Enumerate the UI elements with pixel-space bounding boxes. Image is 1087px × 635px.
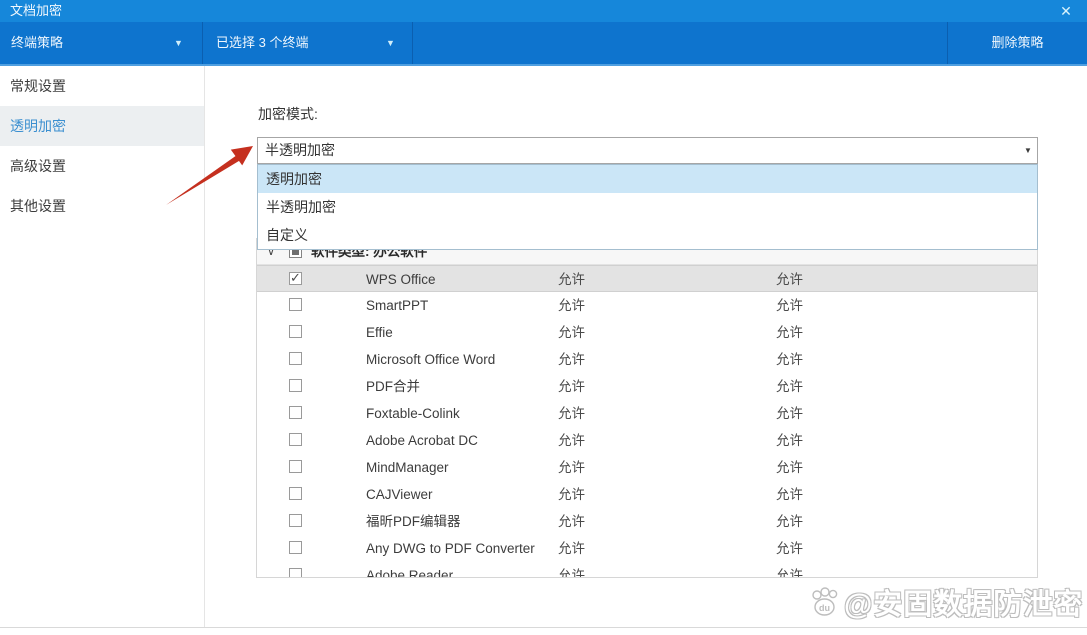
permission-cell[interactable]: 允许	[776, 454, 803, 481]
table-row[interactable]: CAJViewer 允许 允许	[257, 481, 1037, 508]
close-icon[interactable]: ✕	[1055, 0, 1077, 22]
permission-cell[interactable]: 允许	[776, 508, 803, 535]
software-name: 福昕PDF编辑器	[366, 508, 461, 535]
delete-policy-button[interactable]: 删除策略	[947, 22, 1087, 64]
software-name: WPS Office	[366, 266, 436, 293]
table-row[interactable]: 福昕PDF编辑器 允许 允许	[257, 508, 1037, 535]
permission-cell[interactable]: 允许	[558, 481, 585, 508]
permission-cell[interactable]: 允许	[558, 427, 585, 454]
table-row[interactable]: PDF合并 允许 允许	[257, 373, 1037, 400]
permission-cell[interactable]: 允许	[558, 266, 585, 293]
row-checkbox[interactable]	[289, 460, 302, 473]
encryption-mode-dropdown-list: 透明加密半透明加密自定义	[257, 164, 1038, 250]
table-row[interactable]: Adobe Reader 允许 允许	[257, 562, 1037, 578]
dropdown-option[interactable]: 自定义	[258, 221, 1037, 249]
software-name: MindManager	[366, 454, 449, 481]
table-row[interactable]: Effie 允许 允许	[257, 319, 1037, 346]
permission-cell[interactable]: 允许	[558, 373, 585, 400]
software-name: Effie	[366, 319, 393, 346]
check-icon: ✓	[290, 270, 301, 286]
sidebar-item[interactable]: 透明加密	[0, 106, 204, 146]
permission-cell[interactable]: 允许	[558, 400, 585, 427]
software-name: Any DWG to PDF Converter	[366, 535, 535, 562]
software-rows: ✓WPS Office允许允许SmartPPT允许允许Effie允许允许Micr…	[257, 265, 1037, 578]
row-checkbox[interactable]: ✓	[289, 272, 302, 285]
encryption-mode-combobox[interactable]: 半透明加密 ▼	[257, 137, 1038, 164]
software-name: SmartPPT	[366, 292, 428, 319]
table-row[interactable]: ✓ WPS Office 允许 允许	[257, 265, 1037, 292]
watermark-text: @安固数据防泄密	[844, 581, 1083, 623]
table-row[interactable]: SmartPPT 允许 允许	[257, 292, 1037, 319]
terminal-policy-dropdown[interactable]: 终端策略 ▼	[0, 22, 203, 64]
row-checkbox[interactable]	[289, 541, 302, 554]
sidebar-item-label: 其他设置	[10, 198, 66, 214]
table-row[interactable]: Microsoft Office Word 允许 允许	[257, 346, 1037, 373]
software-name: CAJViewer	[366, 481, 433, 508]
software-name: PDF合并	[366, 373, 420, 400]
software-table-panel: ∨ 软件类型: 办公软件 ✓WPS Office允许允许SmartPPT允许允许…	[256, 238, 1038, 578]
chevron-down-icon: ▼	[386, 22, 395, 64]
dropdown-option[interactable]: 半透明加密	[258, 193, 1037, 221]
encryption-mode-label: 加密模式:	[258, 104, 318, 124]
paw-icon: du	[808, 584, 844, 620]
document-encryption-dialog: 文档加密 ✕ 终端策略 ▼ 已选择 3 个终端 ▼ 删除策略 常规设置透明加密高…	[0, 0, 1087, 635]
permission-cell[interactable]: 允许	[558, 319, 585, 346]
sidebar-item-label: 常规设置	[10, 78, 66, 94]
permission-cell[interactable]: 允许	[776, 400, 803, 427]
software-name: Adobe Reader	[366, 562, 453, 578]
selected-terminals-label: 已选择 3 个终端	[216, 22, 308, 64]
sidebar-item-label: 高级设置	[10, 158, 66, 174]
row-checkbox[interactable]	[289, 487, 302, 500]
selected-terminals-dropdown[interactable]: 已选择 3 个终端 ▼	[203, 22, 413, 64]
row-checkbox[interactable]	[289, 379, 302, 392]
paw-icon-text: du	[819, 603, 830, 613]
row-checkbox[interactable]	[289, 325, 302, 338]
permission-cell[interactable]: 允许	[558, 535, 585, 562]
sidebar-item[interactable]: 高级设置	[0, 146, 204, 186]
software-name: Foxtable-Colink	[366, 400, 460, 427]
permission-cell[interactable]: 允许	[776, 346, 803, 373]
chevron-down-icon: ▼	[174, 22, 183, 64]
permission-cell[interactable]: 允许	[776, 562, 803, 578]
software-name: Adobe Acrobat DC	[366, 427, 478, 454]
title-bar: 文档加密 ✕	[0, 0, 1087, 22]
dropdown-option[interactable]: 透明加密	[258, 165, 1037, 193]
row-checkbox[interactable]	[289, 406, 302, 419]
terminal-policy-label: 终端策略	[11, 22, 63, 64]
watermark: du @安固数据防泄密	[808, 582, 1083, 622]
table-row[interactable]: MindManager 允许 允许	[257, 454, 1037, 481]
permission-cell[interactable]: 允许	[776, 535, 803, 562]
row-checkbox[interactable]	[289, 514, 302, 527]
permission-cell[interactable]: 允许	[776, 427, 803, 454]
permission-cell[interactable]: 允许	[776, 266, 803, 293]
toolbar: 终端策略 ▼ 已选择 3 个终端 ▼ 删除策略	[0, 22, 1087, 66]
table-row[interactable]: Foxtable-Colink 允许 允许	[257, 400, 1037, 427]
permission-cell[interactable]: 允许	[558, 292, 585, 319]
row-checkbox[interactable]	[289, 298, 302, 311]
delete-policy-label: 删除策略	[991, 35, 1043, 50]
permission-cell[interactable]: 允许	[558, 454, 585, 481]
software-name: Microsoft Office Word	[366, 346, 495, 373]
window-title: 文档加密	[10, 0, 62, 22]
sidebar-item-label: 透明加密	[10, 118, 66, 134]
permission-cell[interactable]: 允许	[776, 292, 803, 319]
sidebar-item[interactable]: 常规设置	[0, 66, 204, 106]
table-row[interactable]: Any DWG to PDF Converter 允许 允许	[257, 535, 1037, 562]
permission-cell[interactable]: 允许	[776, 319, 803, 346]
permission-cell[interactable]: 允许	[558, 508, 585, 535]
permission-cell[interactable]: 允许	[776, 481, 803, 508]
sidebar: 常规设置透明加密高级设置其他设置	[0, 66, 205, 627]
table-row[interactable]: Adobe Acrobat DC 允许 允许	[257, 427, 1037, 454]
sidebar-item[interactable]: 其他设置	[0, 186, 204, 226]
combobox-value: 半透明加密	[265, 138, 335, 163]
permission-cell[interactable]: 允许	[558, 346, 585, 373]
row-checkbox[interactable]	[289, 568, 302, 578]
row-checkbox[interactable]	[289, 352, 302, 365]
window-bottom-edge	[0, 627, 1087, 628]
combobox-arrow-icon[interactable]: ▼	[1019, 138, 1037, 163]
row-checkbox[interactable]	[289, 433, 302, 446]
permission-cell[interactable]: 允许	[558, 562, 585, 578]
permission-cell[interactable]: 允许	[776, 373, 803, 400]
